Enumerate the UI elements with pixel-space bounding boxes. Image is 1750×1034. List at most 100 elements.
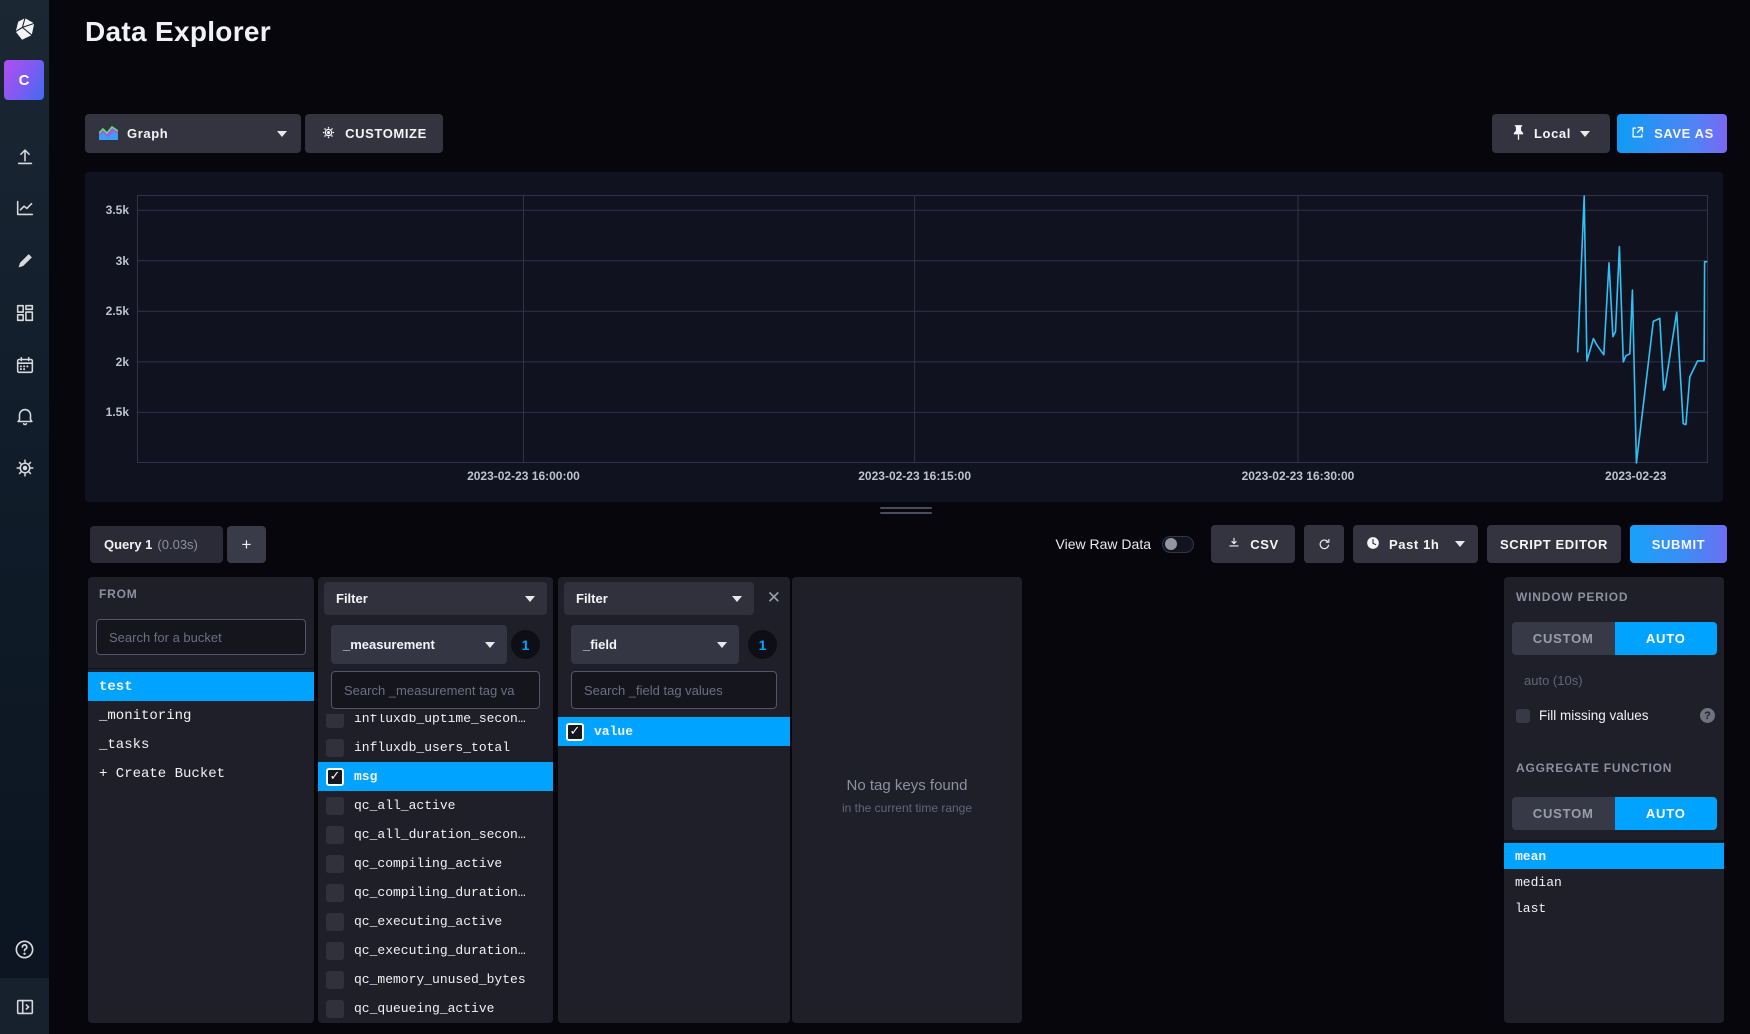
y-axis-tick-label: 3k xyxy=(85,254,129,268)
measurement-item-label: influxdb_uptime_secon… xyxy=(354,714,526,726)
measurement-item-label: influxdb_users_total xyxy=(354,740,510,755)
local-label: Local xyxy=(1534,126,1571,141)
selected-count-badge: 1 xyxy=(511,630,540,659)
chart-plot-area[interactable] xyxy=(137,195,1708,463)
measurement-item[interactable]: ✓ msg xyxy=(318,762,553,791)
measurement-item[interactable]: influxdb_uptime_secon… xyxy=(318,714,553,733)
influxdb-logo-icon[interactable] xyxy=(0,12,49,46)
save-as-button[interactable]: SAVE AS xyxy=(1617,114,1727,153)
checkbox-icon[interactable] xyxy=(326,855,344,873)
bucket-item[interactable]: _monitoring xyxy=(88,701,314,730)
aggregate-function-item[interactable]: median xyxy=(1504,869,1724,895)
create-bucket-button[interactable]: + Create Bucket xyxy=(88,759,314,788)
query-tab[interactable]: Query 1 (0.03s) xyxy=(90,526,223,563)
checkbox-checked-icon[interactable]: ✓ xyxy=(326,768,344,786)
measurement-item-label: qc_memory_unused_bytes xyxy=(354,972,526,987)
y-axis-tick-label: 3.5k xyxy=(85,203,129,217)
custom-option[interactable]: CUSTOM xyxy=(1512,797,1615,830)
custom-option[interactable]: CUSTOM xyxy=(1512,622,1615,655)
checkbox-icon[interactable] xyxy=(326,826,344,844)
chevron-down-icon xyxy=(525,596,535,602)
checkbox-icon[interactable] xyxy=(326,913,344,931)
visualization-type-dropdown[interactable]: Graph xyxy=(85,114,301,153)
measurement-filter-panel: Filter _measurement 1 influxdb_uptime_se… xyxy=(318,577,553,1023)
graph-type-icon xyxy=(99,125,118,143)
help-question-icon[interactable]: ? xyxy=(1700,708,1715,723)
aggregate-function-item[interactable]: last xyxy=(1504,895,1724,921)
local-time-dropdown[interactable]: Local xyxy=(1492,114,1610,153)
script-editor-button[interactable]: SCRIPT EDITOR xyxy=(1487,525,1621,563)
data-explorer-icon[interactable] xyxy=(0,191,49,225)
time-range-dropdown[interactable]: Past 1h xyxy=(1353,525,1478,563)
settings-gear-icon[interactable] xyxy=(0,451,49,485)
aggregate-mode-toggle[interactable]: CUSTOM AUTO xyxy=(1512,797,1717,830)
x-axis-tick-label: 2023-02-23 16:00:00 xyxy=(467,469,580,483)
field-item[interactable]: ✓value xyxy=(558,717,790,746)
alerts-bell-icon[interactable] xyxy=(0,399,49,433)
measurement-item[interactable]: qc_memory_unused_bytes xyxy=(318,965,553,994)
dashboards-icon[interactable] xyxy=(0,296,49,330)
customize-label: CUSTOMIZE xyxy=(345,126,427,141)
notebooks-icon[interactable] xyxy=(0,244,49,278)
field-filter-panel: Filter ✕ _field 1 ✓value xyxy=(558,577,790,1023)
bucket-item[interactable]: _tasks xyxy=(88,730,314,759)
checkbox-icon[interactable] xyxy=(326,1000,344,1018)
measurement-item[interactable]: qc_all_active xyxy=(318,791,553,820)
x-axis-tick-label: 2023-02-23 16:30:00 xyxy=(1242,469,1355,483)
view-raw-data-toggle[interactable] xyxy=(1162,536,1194,553)
add-query-button[interactable]: + xyxy=(227,526,266,563)
chart-panel: 1.5k2k2.5k3k3.5k 2023-02-23 16:00:002023… xyxy=(85,172,1723,502)
measurement-search-input[interactable] xyxy=(331,671,540,709)
field-list: ✓value xyxy=(558,717,790,1023)
chevron-down-icon xyxy=(1455,541,1465,547)
measurement-key-dropdown[interactable]: _measurement xyxy=(331,625,507,664)
field-key-dropdown[interactable]: _field xyxy=(571,625,739,664)
checkbox-icon[interactable] xyxy=(326,714,344,728)
auto-option[interactable]: AUTO xyxy=(1615,622,1718,655)
checkbox-icon[interactable] xyxy=(326,739,344,757)
checkbox-checked-icon[interactable]: ✓ xyxy=(566,723,584,741)
measurement-item[interactable]: qc_queueing_active xyxy=(318,994,553,1023)
close-icon[interactable]: ✕ xyxy=(767,588,781,608)
csv-button[interactable]: CSV xyxy=(1211,525,1295,563)
fill-missing-checkbox[interactable] xyxy=(1516,709,1530,723)
measurement-item[interactable]: influxdb_users_total xyxy=(318,733,553,762)
selected-count-badge: 1 xyxy=(748,630,777,659)
measurement-item[interactable]: qc_compiling_active xyxy=(318,849,553,878)
tasks-calendar-icon[interactable] xyxy=(0,348,49,382)
aggregate-function-item[interactable]: mean xyxy=(1504,843,1724,869)
bucket-search-input[interactable] xyxy=(96,619,306,655)
org-avatar[interactable]: C xyxy=(4,60,44,100)
filter-type-dropdown[interactable]: Filter xyxy=(564,582,754,615)
checkbox-icon[interactable] xyxy=(326,797,344,815)
checkbox-icon[interactable] xyxy=(326,971,344,989)
measurement-item-label: msg xyxy=(354,769,377,784)
help-icon[interactable] xyxy=(0,932,49,966)
measurement-item[interactable]: qc_all_duration_secon… xyxy=(318,820,553,849)
resize-drag-handle[interactable] xyxy=(880,507,932,517)
auto-option[interactable]: AUTO xyxy=(1615,797,1718,830)
submit-button[interactable]: SUBMIT xyxy=(1630,525,1727,563)
window-period-mode-toggle[interactable]: CUSTOM AUTO xyxy=(1512,622,1717,655)
customize-button[interactable]: CUSTOMIZE xyxy=(305,114,443,153)
refresh-button[interactable] xyxy=(1304,525,1344,563)
from-panel: FROM test_monitoring_tasks+ Create Bucke… xyxy=(88,577,314,1023)
submit-label: SUBMIT xyxy=(1652,537,1705,552)
measurement-item[interactable]: qc_executing_active xyxy=(318,907,553,936)
measurement-item-label: qc_queueing_active xyxy=(354,1001,494,1016)
field-search-input[interactable] xyxy=(571,671,777,709)
bucket-item[interactable]: test xyxy=(88,672,314,701)
export-icon xyxy=(1630,125,1645,143)
checkbox-icon[interactable] xyxy=(326,884,344,902)
expand-sidebar-icon[interactable] xyxy=(0,990,49,1024)
window-period-title: WINDOW PERIOD xyxy=(1516,590,1628,604)
page-title: Data Explorer xyxy=(85,16,271,48)
measurement-item[interactable]: qc_compiling_duration… xyxy=(318,878,553,907)
filter-title: Filter xyxy=(576,591,608,606)
query-duration: (0.03s) xyxy=(157,537,197,552)
measurement-item[interactable]: qc_executing_duration… xyxy=(318,936,553,965)
auto-window-hint: auto (10s) xyxy=(1524,673,1583,688)
filter-type-dropdown[interactable]: Filter xyxy=(324,582,547,615)
checkbox-icon[interactable] xyxy=(326,942,344,960)
upload-icon[interactable] xyxy=(0,140,49,174)
